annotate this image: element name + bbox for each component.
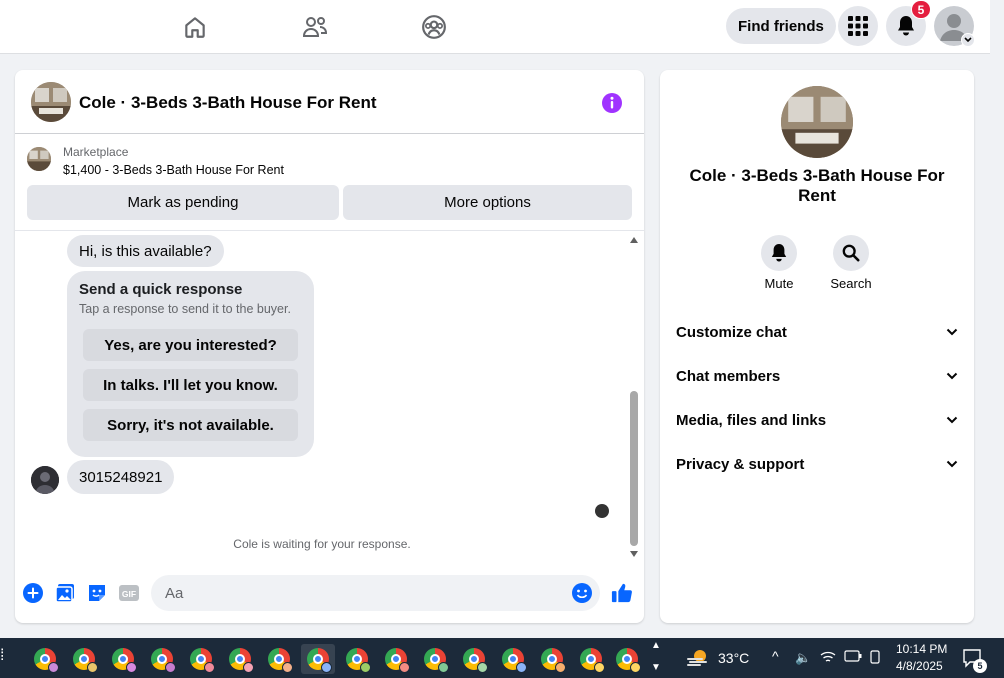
chrome-taskbar-icon[interactable]	[28, 644, 62, 674]
panel-title: Cole · 3-Beds 3-Bath House For Rent	[689, 166, 945, 205]
chrome-taskbar-icon[interactable]	[574, 644, 608, 674]
conversation-title: Cole · 3-Beds 3-Bath House For Rent	[79, 93, 377, 112]
scroll-up-icon[interactable]: ▲	[651, 640, 661, 651]
chrome-taskbar-icon[interactable]	[535, 644, 569, 674]
section-label: Media, files and links	[676, 411, 827, 429]
mark-as-pending-button[interactable]: Mark as pending	[27, 185, 339, 220]
friends-icon[interactable]	[295, 10, 335, 44]
quick-response-title: Send a quick response	[79, 281, 243, 298]
section-chat-members[interactable]: Chat members	[668, 356, 966, 396]
find-friends-button[interactable]: Find friends	[726, 8, 836, 44]
chat-scrollbar[interactable]	[627, 231, 641, 561]
battery-icon[interactable]	[844, 650, 862, 665]
clock-date[interactable]: 4/8/2025	[896, 659, 943, 673]
section-media-files-links[interactable]: Media, files and links	[668, 400, 966, 440]
like-icon[interactable]	[611, 582, 633, 604]
emoji-icon[interactable]	[571, 582, 593, 604]
svg-text:GIF: GIF	[122, 589, 136, 599]
waiting-status: Cole is waiting for your response.	[233, 537, 411, 551]
sender-avatar[interactable]	[31, 466, 59, 494]
home-icon[interactable]	[175, 10, 215, 44]
message-input[interactable]	[151, 575, 600, 611]
chrome-taskbar-icon[interactable]	[223, 644, 257, 674]
chrome-taskbar-icon[interactable]	[262, 644, 296, 674]
more-options-button[interactable]: More options	[343, 185, 632, 220]
chat-window: Cole · 3-Beds 3-Bath House For Rent Mark…	[15, 70, 644, 623]
quick-response-subtitle: Tap a response to send it to the buyer.	[79, 302, 291, 316]
quick-response-button[interactable]: Sorry, it's not available.	[83, 409, 298, 441]
message-composer: GIF	[15, 570, 644, 620]
chevron-down-icon	[946, 416, 958, 424]
marketplace-listing[interactable]: Marketplace $1,400 - 3-Beds 3-Bath House…	[15, 135, 644, 185]
search-label: Search	[830, 276, 872, 291]
scroll-down-icon[interactable]	[630, 551, 638, 557]
message-bubble: 3015248921	[67, 460, 175, 494]
section-customize-chat[interactable]: Customize chat	[668, 312, 966, 352]
message-list: Hi, is this available? Send a quick resp…	[15, 230, 644, 560]
notification-badge: 5	[911, 0, 931, 19]
chevron-down-icon[interactable]	[961, 33, 975, 47]
groups-icon[interactable]	[414, 10, 454, 44]
scroll-up-icon[interactable]	[630, 237, 638, 243]
chrome-taskbar-icon[interactable]	[67, 644, 101, 674]
listing-price-title: $1,400 - 3-Beds 3-Bath House For Rent	[63, 163, 284, 177]
gif-icon[interactable]: GIF	[118, 582, 140, 604]
section-privacy-support[interactable]: Privacy & support	[668, 444, 966, 484]
chrome-taskbar-icon[interactable]	[610, 644, 644, 674]
quick-response-button[interactable]: In talks. I'll let you know.	[83, 369, 298, 401]
windows-taskbar: ⁞ ▲ ▼ 33°C ^ 🔈 10:14 PM 4/8/2025 5	[0, 638, 1004, 678]
bell-icon	[771, 244, 787, 262]
chevron-down-icon	[946, 372, 958, 380]
quick-response-card: Send a quick response Tap a response to …	[67, 271, 314, 457]
quick-response-button[interactable]: Yes, are you interested?	[83, 329, 298, 361]
search-icon	[842, 244, 860, 262]
sticker-icon[interactable]	[86, 582, 108, 604]
listing-profile-image[interactable]	[781, 86, 853, 158]
grid-icon	[848, 16, 868, 36]
listing-small-thumbnail	[27, 147, 51, 171]
window-scrollbar[interactable]	[990, 0, 1004, 638]
chrome-taskbar-icon[interactable]	[184, 644, 218, 674]
top-navigation-bar: Find friends 5	[0, 0, 990, 54]
chrome-taskbar-icon[interactable]	[379, 644, 413, 674]
chrome-taskbar-icon[interactable]	[145, 644, 179, 674]
search-button[interactable]	[833, 235, 869, 271]
clock-time[interactable]: 10:14 PM	[896, 642, 947, 656]
chrome-taskbar-icon[interactable]	[496, 644, 530, 674]
taskbar-notification-badge: 5	[973, 659, 987, 673]
chrome-taskbar-icon[interactable]	[418, 644, 452, 674]
weather-icon[interactable]	[686, 647, 710, 674]
wifi-icon[interactable]	[820, 650, 836, 667]
listing-thumbnail[interactable]	[31, 82, 71, 122]
conversation-info-panel: Cole · 3-Beds 3-Bath House For Rent Mute…	[660, 70, 974, 623]
scroll-down-icon[interactable]: ▼	[651, 662, 661, 673]
info-icon[interactable]	[601, 92, 623, 119]
mute-button[interactable]	[761, 235, 797, 271]
plus-icon[interactable]	[22, 582, 44, 604]
chevron-down-icon	[946, 328, 958, 336]
mute-label: Mute	[764, 276, 794, 291]
volume-icon[interactable]: 🔈	[795, 650, 811, 666]
section-label: Customize chat	[676, 323, 787, 341]
section-label: Chat members	[676, 367, 781, 385]
chat-header: Cole · 3-Beds 3-Bath House For Rent	[15, 70, 644, 134]
photo-icon[interactable]	[54, 582, 76, 604]
chrome-taskbar-icon[interactable]	[457, 644, 491, 674]
scrollbar-thumb[interactable]	[630, 391, 638, 546]
section-label: Privacy & support	[676, 455, 805, 473]
bell-icon	[898, 16, 914, 36]
task-view-icon[interactable]: ⁞	[0, 647, 4, 665]
chevron-down-icon	[946, 460, 958, 468]
chrome-taskbar-icon-active[interactable]	[301, 644, 335, 674]
device-icon[interactable]	[868, 650, 882, 667]
read-receipt-avatar	[595, 504, 609, 518]
menu-grid-button[interactable]	[838, 6, 878, 46]
temperature[interactable]: 33°C	[718, 650, 749, 666]
marketplace-label: Marketplace	[63, 145, 129, 159]
chrome-taskbar-icon[interactable]	[106, 644, 140, 674]
chrome-taskbar-icon[interactable]	[340, 644, 374, 674]
message-bubble: Hi, is this available?	[67, 235, 224, 267]
chevron-up-icon[interactable]: ^	[772, 648, 779, 664]
